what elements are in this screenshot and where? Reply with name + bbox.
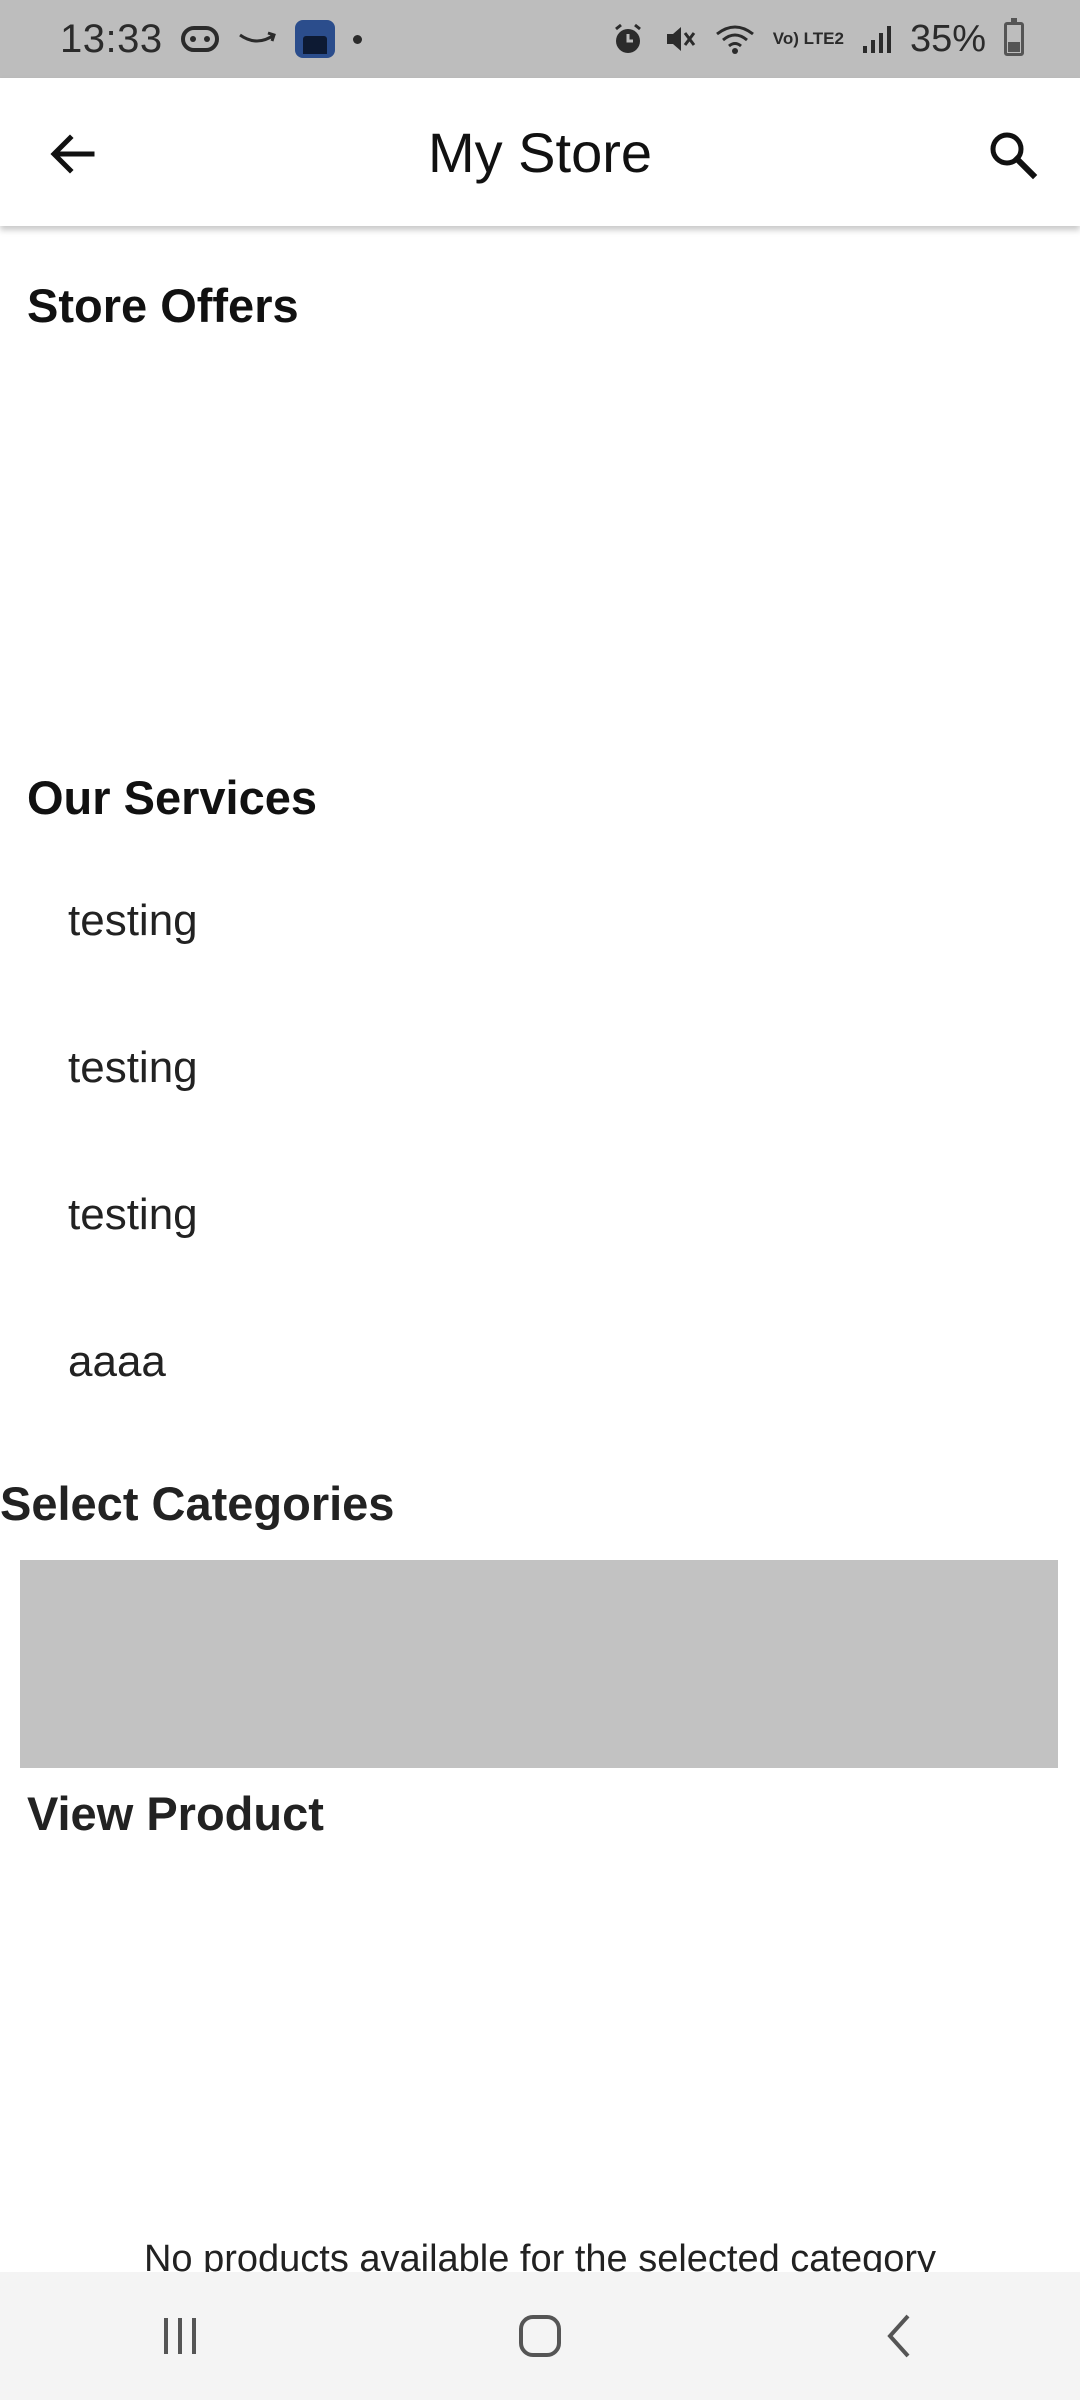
amazon-icon (237, 29, 277, 49)
system-nav-bar (0, 2272, 1080, 2400)
view-product-title: View Product (27, 1787, 324, 1840)
battery-icon (1004, 18, 1024, 56)
battery-percent: 35% (909, 17, 986, 60)
nav-back-button[interactable] (840, 2286, 960, 2386)
our-services-title: Our Services (27, 771, 318, 824)
volte-lte-icon: Vo) LTE2 (772, 29, 844, 48)
home-icon (519, 2315, 561, 2357)
app-bar: My Store (0, 78, 1080, 226)
service-item[interactable]: testing (68, 1043, 198, 1093)
notification-dot (352, 34, 362, 44)
service-item[interactable]: testing (68, 896, 198, 946)
app-thumbnail-icon (294, 20, 335, 58)
status-bar-left: 13:33 (60, 17, 362, 62)
recent-apps-button[interactable] (120, 2286, 240, 2386)
screen: 13:33 Vo) LTE2 35% My Store Store Offers… (0, 0, 1080, 2400)
status-time: 13:33 (60, 16, 163, 61)
status-bar: 13:33 Vo) LTE2 35% (0, 0, 1080, 78)
search-icon (990, 132, 1038, 180)
home-button[interactable] (480, 2286, 600, 2386)
status-bar-right: Vo) LTE2 35% (611, 18, 1024, 61)
battery-level (1008, 42, 1020, 52)
wifi-icon (715, 22, 755, 56)
alarm-icon (611, 22, 645, 56)
search-button[interactable] (980, 122, 1044, 186)
categories-placeholder (20, 1560, 1058, 1768)
service-item[interactable]: testing (68, 1190, 198, 1240)
store-offers-area (0, 340, 1080, 740)
back-icon (887, 2314, 910, 2358)
page-title: My Store (427, 121, 653, 184)
mute-icon (663, 22, 697, 56)
select-categories-title: Select Categories (0, 1477, 395, 1530)
game-controller-icon (180, 24, 219, 54)
service-item[interactable]: aaaa (68, 1337, 166, 1387)
recent-apps-icon (164, 2318, 196, 2354)
store-offers-title: Store Offers (27, 279, 299, 332)
signal-icon (862, 24, 892, 54)
